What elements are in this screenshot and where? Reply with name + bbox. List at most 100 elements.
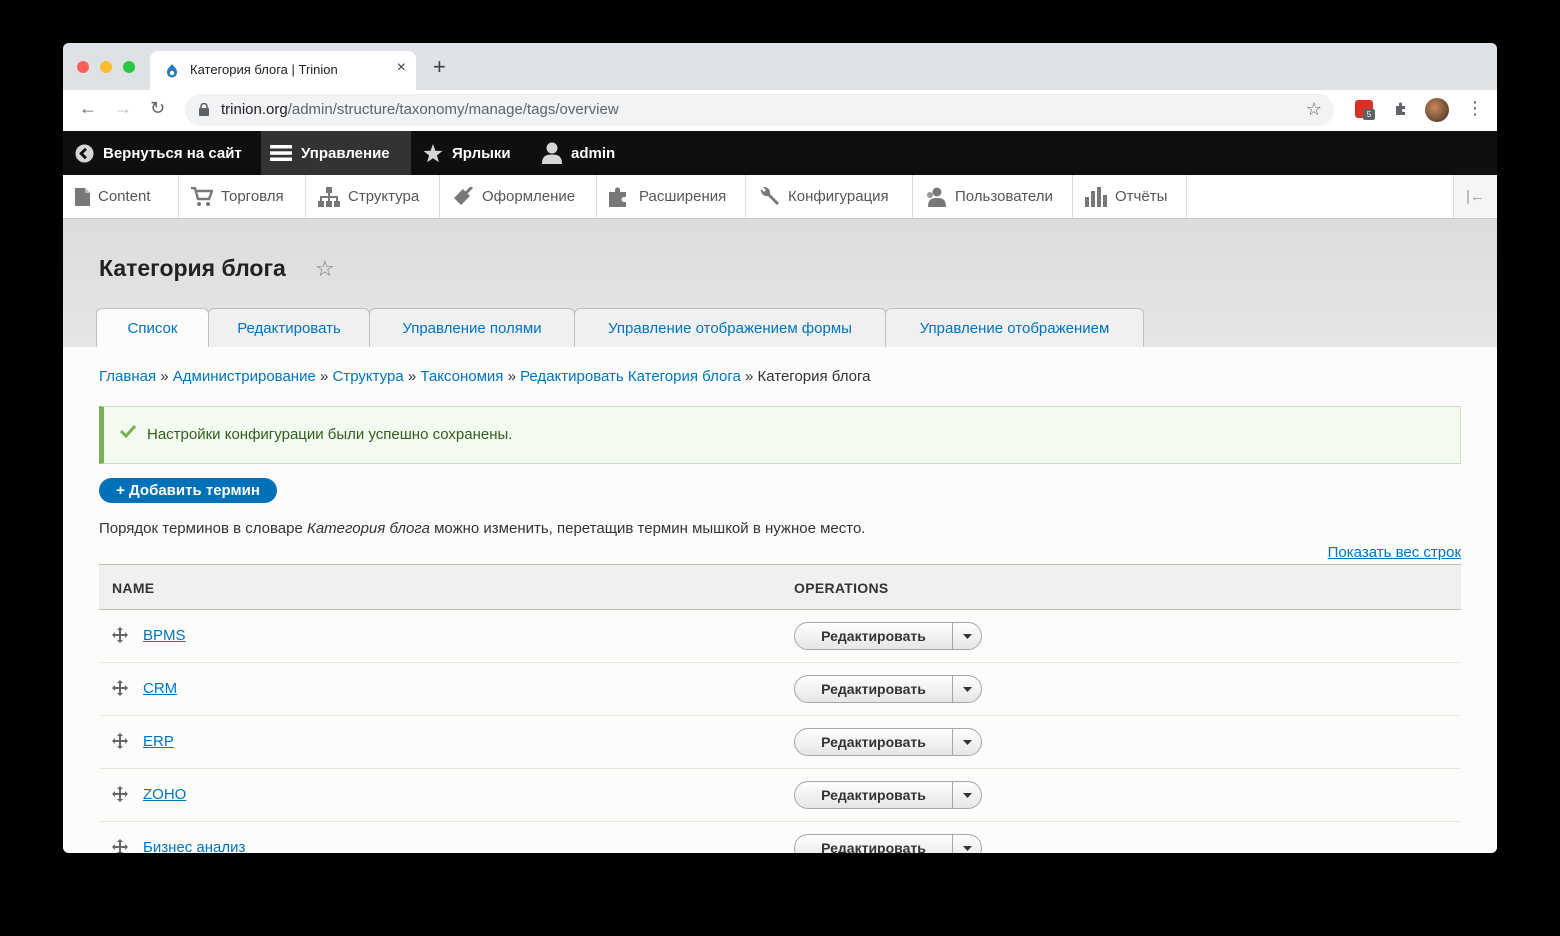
tray-item-label: Конфигурация [788, 188, 889, 205]
drag-handle-icon[interactable] [112, 839, 128, 853]
tab-title: Категория блога | Trinion [190, 62, 338, 77]
forward-arrow-icon[interactable]: → [114, 98, 132, 119]
table-row: CRM Редактировать [99, 663, 1461, 716]
user-label: admin [571, 144, 616, 162]
breadcrumb-separator: » [320, 368, 329, 385]
browser-tab[interactable]: Категория блога | Trinion × [150, 51, 416, 90]
maximize-window-button[interactable] [123, 61, 135, 73]
puzzle-icon[interactable] [1393, 101, 1409, 117]
operations-toggle[interactable] [953, 835, 981, 853]
breadcrumb-link-admin[interactable]: Администрирование [173, 368, 316, 385]
operations-toggle[interactable] [953, 729, 981, 755]
back-to-site-link[interactable]: Вернуться на сайт [75, 131, 242, 175]
add-term-button[interactable]: + Добавить термин [99, 478, 277, 503]
caret-down-icon [962, 792, 972, 798]
term-link[interactable]: ERP [143, 733, 174, 750]
operations-toggle[interactable] [953, 623, 981, 649]
column-header-name: NAME [112, 580, 155, 596]
term-link[interactable]: CRM [143, 680, 177, 697]
url-path: /admin/structure/taxonomy/manage/tags/ov… [287, 101, 619, 118]
back-circle-icon [75, 143, 94, 163]
shortcuts-link[interactable]: Ярлыки [423, 131, 511, 175]
bookmark-star-icon[interactable]: ☆ [1306, 99, 1322, 120]
edit-term-button[interactable]: Редактировать [795, 729, 953, 755]
table-row: ZOHO Редактировать [99, 769, 1461, 822]
reload-icon[interactable]: ↻ [150, 98, 165, 119]
tray-item-label: Расширения [639, 188, 727, 205]
extension-icon[interactable]: 5 [1355, 100, 1375, 120]
address-bar[interactable]: trinion.org/admin/structure/taxonomy/man… [185, 94, 1334, 126]
edit-term-button[interactable]: Редактировать [795, 623, 953, 649]
operations-toggle[interactable] [953, 676, 981, 702]
tab-manage-display[interactable]: Управление отображением [885, 308, 1144, 347]
manage-link[interactable]: Управление [261, 131, 411, 175]
brush-icon [454, 186, 474, 205]
show-row-weights-link[interactable]: Показать вес строк [1328, 544, 1461, 561]
tray-item-commerce[interactable]: Торговля [179, 175, 306, 218]
caret-down-icon [962, 633, 972, 639]
document-icon [75, 187, 90, 206]
tab-strip: Категория блога | Trinion × + [63, 43, 1497, 90]
puzzle-piece-icon [609, 187, 626, 207]
page-title: Категория блога [99, 255, 286, 281]
breadcrumb-link-structure[interactable]: Структура [333, 368, 404, 385]
terms-table: NAME OPERATIONS BPMS Редактировать CRM Реда… [99, 564, 1461, 853]
admin-toolbar: Вернуться на сайт Управление Ярлыки admi… [63, 131, 1497, 175]
back-arrow-icon[interactable]: ← [79, 98, 97, 119]
tab-list[interactable]: Список [96, 308, 209, 348]
operations-toggle[interactable] [953, 782, 981, 808]
breadcrumb-separator: » [407, 368, 417, 385]
new-tab-button[interactable]: + [433, 56, 446, 78]
breadcrumb: Главная » Администрирование » Структура … [99, 368, 870, 385]
tray-item-content[interactable]: Content [63, 175, 179, 218]
breadcrumb-link-home[interactable]: Главная [99, 368, 156, 385]
tray-item-reports[interactable]: Отчёты [1073, 175, 1187, 218]
lock-icon [199, 103, 209, 116]
tray-orientation-toggle-icon[interactable]: |← [1453, 175, 1497, 218]
term-link[interactable]: Бизнес анализ [143, 839, 245, 853]
operations-dropbutton: Редактировать [794, 622, 982, 650]
tab-edit[interactable]: Редактировать [208, 308, 370, 347]
drag-handle-icon[interactable] [112, 786, 128, 802]
main-content: Главная » Администрирование » Структура … [63, 347, 1497, 853]
breadcrumb-link-edit-vocabulary[interactable]: Редактировать Категория блога [520, 368, 741, 385]
hierarchy-icon [318, 186, 340, 207]
add-shortcut-star-icon[interactable]: ☆ [315, 256, 335, 282]
tray-item-people[interactable]: Пользователи [913, 175, 1073, 218]
close-tab-icon[interactable]: × [397, 59, 406, 77]
tray-item-appearance[interactable]: Оформление [440, 175, 597, 218]
tray-item-configuration[interactable]: Конфигурация [746, 175, 913, 218]
tray-item-structure[interactable]: Структура [306, 175, 440, 218]
drag-handle-icon[interactable] [112, 680, 128, 696]
url-text: trinion.org/admin/structure/taxonomy/man… [221, 101, 619, 118]
term-link[interactable]: ZOHO [143, 786, 186, 803]
drag-handle-icon[interactable] [112, 733, 128, 749]
term-link[interactable]: BPMS [143, 627, 186, 644]
minimize-window-button[interactable] [100, 61, 112, 73]
tab-manage-form-display[interactable]: Управление отображением формы [574, 308, 886, 347]
close-window-button[interactable] [77, 61, 89, 73]
profile-avatar[interactable] [1425, 98, 1449, 122]
help-vocabulary-name: Категория блога [306, 520, 430, 537]
drupal-icon [167, 64, 177, 78]
user-icon [542, 142, 562, 164]
status-message: Настройки конфигурации были успешно сохр… [99, 406, 1461, 464]
caret-down-icon [962, 686, 972, 692]
help-text-before: Порядок терминов в словаре [99, 520, 307, 537]
user-link[interactable]: admin [542, 131, 615, 175]
edit-term-button[interactable]: Редактировать [795, 676, 953, 702]
breadcrumb-link-taxonomy[interactable]: Таксономия [420, 368, 503, 385]
tray-item-extend[interactable]: Расширения [597, 175, 746, 218]
table-body: BPMS Редактировать CRM Редактировать ERP Реда… [99, 610, 1461, 853]
edit-term-button[interactable]: Редактировать [795, 835, 953, 853]
browser-window: Категория блога | Trinion × + ← → ↻ trin… [63, 43, 1497, 853]
drag-handle-icon[interactable] [112, 627, 128, 643]
star-icon [423, 143, 443, 162]
browser-menu-icon[interactable]: ⋮ [1466, 98, 1484, 119]
extension-badge: 5 [1363, 109, 1375, 120]
table-header: NAME OPERATIONS [99, 564, 1461, 610]
tab-manage-fields[interactable]: Управление полями [369, 308, 575, 347]
table-row: Бизнес анализ Редактировать [99, 822, 1461, 853]
operations-dropbutton: Редактировать [794, 675, 982, 703]
edit-term-button[interactable]: Редактировать [795, 782, 953, 808]
